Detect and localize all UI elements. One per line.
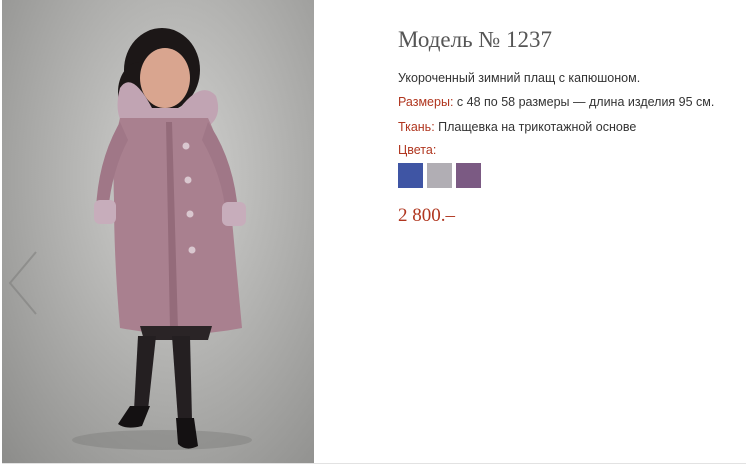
- model-illustration: [72, 28, 252, 450]
- color-swatch-purple[interactable]: [456, 163, 481, 188]
- divider: [2, 463, 746, 464]
- product-title: Модель № 1237: [398, 27, 553, 52]
- chevron-left-icon: [8, 251, 37, 315]
- sizes-label: Размеры:: [398, 95, 454, 109]
- color-swatch-light-grey[interactable]: [427, 163, 452, 188]
- color-swatch-blue[interactable]: [398, 163, 423, 188]
- product-sizes: Размеры: с 48 по 58 размеры — длина изде…: [398, 94, 743, 110]
- fabric-label: Ткань:: [398, 120, 435, 134]
- product-photo: [2, 0, 314, 463]
- product-details: Модель № 1237 Укороченный зимний плащ с …: [398, 26, 743, 227]
- fabric-value: Плащевка на трикотажной основе: [434, 120, 637, 134]
- product-description: Укороченный зимний плащ с капюшоном.: [398, 71, 641, 85]
- product-page: Модель № 1237 Укороченный зимний плащ с …: [0, 0, 748, 467]
- product-fabric: Ткань: Плащевка на трикотажной основе: [398, 119, 743, 135]
- color-swatches: [398, 163, 743, 188]
- sizes-value: с 48 по 58 размеры — длина изделия 95 см…: [453, 95, 715, 109]
- product-price: 2 800.–: [398, 205, 455, 226]
- gallery-prev-button[interactable]: [6, 248, 40, 318]
- colors-label: Цвета:: [398, 143, 437, 157]
